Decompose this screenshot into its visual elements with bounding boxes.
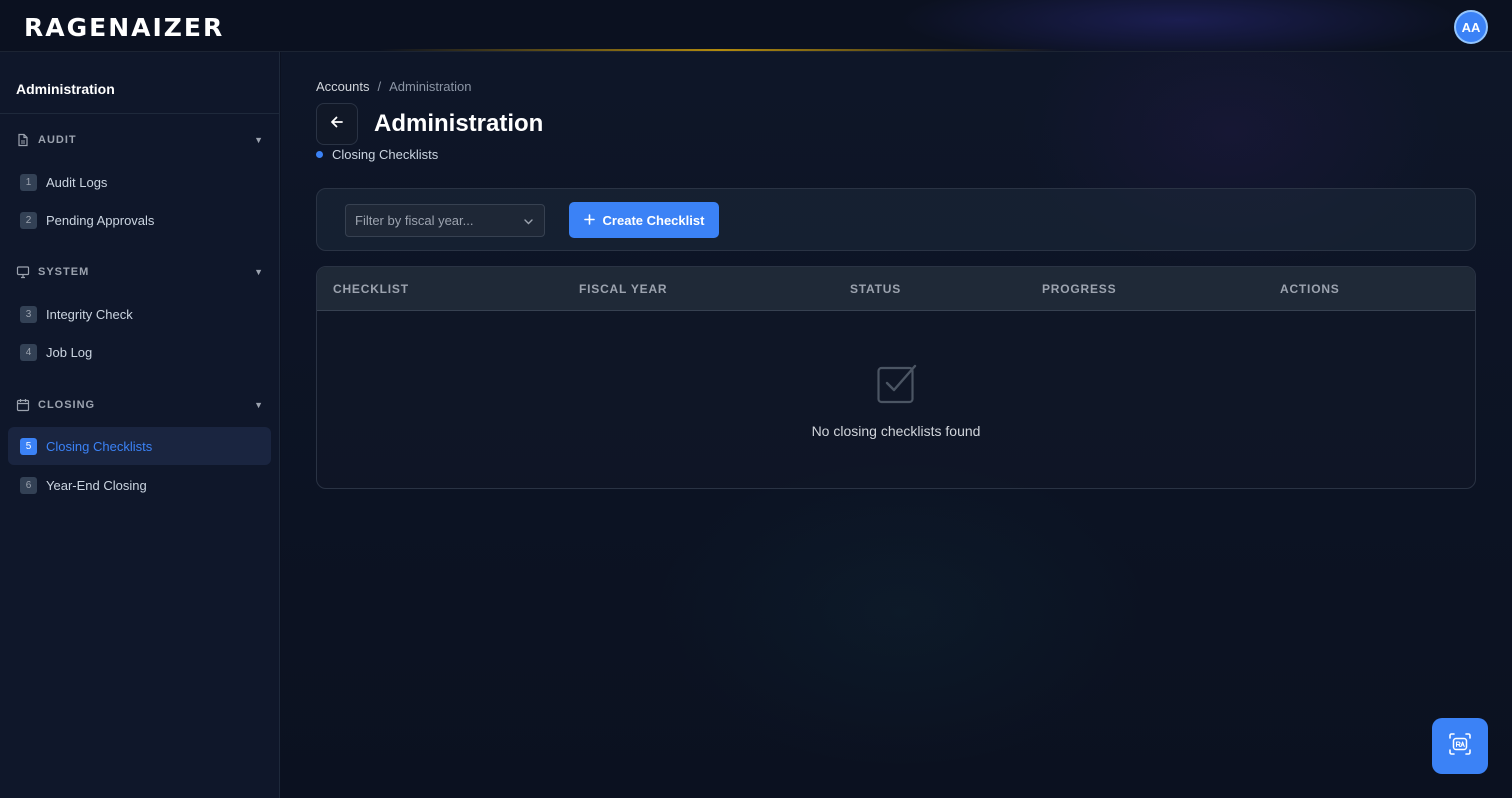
item-number-badge: 2 (20, 211, 37, 229)
subtitle-text: Closing Checklists (332, 147, 439, 162)
breadcrumb-current: Administration (389, 79, 472, 94)
user-avatar[interactable]: AA (1454, 10, 1488, 44)
sidebar-item-closing-checklists[interactable]: 5 Closing Checklists (8, 427, 271, 465)
column-header-status[interactable]: STATUS (850, 282, 901, 296)
monitor-icon (16, 265, 30, 279)
sidebar-item-year-end-closing[interactable]: 6 Year-End Closing (8, 466, 271, 504)
sidebar-item-integrity-check[interactable]: 3 Integrity Check (8, 295, 271, 333)
checklists-table: CHECKLIST FISCAL YEAR STATUS PROGRESS AC… (316, 266, 1476, 489)
item-number-badge: 6 (20, 476, 37, 494)
item-number-badge: 5 (20, 437, 37, 455)
app-logo[interactable]: RAGENAIZER (24, 13, 224, 43)
breadcrumb-root-link[interactable]: Accounts (316, 79, 369, 94)
sidebar-item-label: Audit Logs (46, 174, 108, 190)
calendar-icon (16, 398, 30, 412)
header-glow-line (380, 49, 1060, 51)
page-subtitle: Closing Checklists (316, 147, 438, 162)
collapse-caret-icon[interactable]: ▼ (254, 135, 264, 145)
sidebar-item-pending-approvals[interactable]: 2 Pending Approvals (8, 201, 271, 239)
breadcrumb-separator: / (377, 79, 382, 94)
item-number-badge: 1 (20, 173, 37, 191)
sidebar-item-label: Closing Checklists (46, 438, 153, 454)
sidebar-item-audit-logs[interactable]: 1 Audit Logs (8, 163, 271, 201)
status-dot (316, 151, 323, 158)
column-header-fiscal-year[interactable]: FISCAL YEAR (579, 282, 667, 296)
table-header: CHECKLIST FISCAL YEAR STATUS PROGRESS AC… (317, 267, 1475, 311)
sidebar-item-label: Job Log (46, 344, 93, 360)
create-checklist-button[interactable]: Create Checklist (569, 202, 719, 238)
sidebar-item-label: Year-End Closing (46, 477, 147, 493)
page-title: Administration (374, 110, 544, 137)
empty-state-message: No closing checklists found (811, 423, 981, 439)
section-label: CLOSING (38, 399, 96, 411)
assistant-icon (1446, 730, 1474, 763)
filter-toolbar: Filter by fiscal year... Create Checklis… (316, 188, 1476, 251)
item-number-badge: 3 (20, 305, 37, 323)
collapse-caret-icon[interactable]: ▼ (254, 267, 264, 277)
breadcrumb: Accounts / Administration (316, 79, 471, 94)
checkbox-checked-icon (876, 362, 918, 409)
chevron-down-icon (523, 215, 534, 230)
column-header-checklist[interactable]: CHECKLIST (333, 282, 409, 296)
section-audit[interactable]: AUDIT ▼ (16, 130, 264, 150)
section-label: AUDIT (38, 134, 77, 146)
assistant-button[interactable] (1432, 718, 1488, 774)
collapse-caret-icon[interactable]: ▼ (254, 400, 264, 410)
sidebar: Administration AUDIT ▼ 1 Audit Logs 2 Pe… (0, 52, 280, 798)
fiscal-year-filter-select[interactable]: Filter by fiscal year... (345, 204, 545, 237)
arrow-left-icon (329, 114, 345, 135)
section-system[interactable]: SYSTEM ▼ (16, 262, 264, 282)
top-bar: RAGENAIZER AA (0, 0, 1512, 52)
back-button[interactable] (316, 103, 358, 145)
item-number-badge: 4 (20, 343, 37, 361)
sidebar-item-job-log[interactable]: 4 Job Log (8, 333, 271, 371)
select-placeholder: Filter by fiscal year... (355, 213, 474, 228)
sidebar-item-label: Pending Approvals (46, 212, 155, 228)
section-closing[interactable]: CLOSING ▼ (16, 395, 264, 415)
sidebar-title: Administration (0, 52, 279, 114)
plus-icon (583, 213, 595, 228)
main-content: Accounts / Administration Administration… (281, 52, 1512, 798)
section-label: SYSTEM (38, 266, 90, 278)
column-header-actions: ACTIONS (1280, 282, 1340, 296)
sidebar-item-label: Integrity Check (46, 306, 133, 322)
document-icon (16, 133, 30, 147)
column-header-progress[interactable]: PROGRESS (1042, 282, 1116, 296)
create-checklist-label: Create Checklist (602, 212, 705, 228)
